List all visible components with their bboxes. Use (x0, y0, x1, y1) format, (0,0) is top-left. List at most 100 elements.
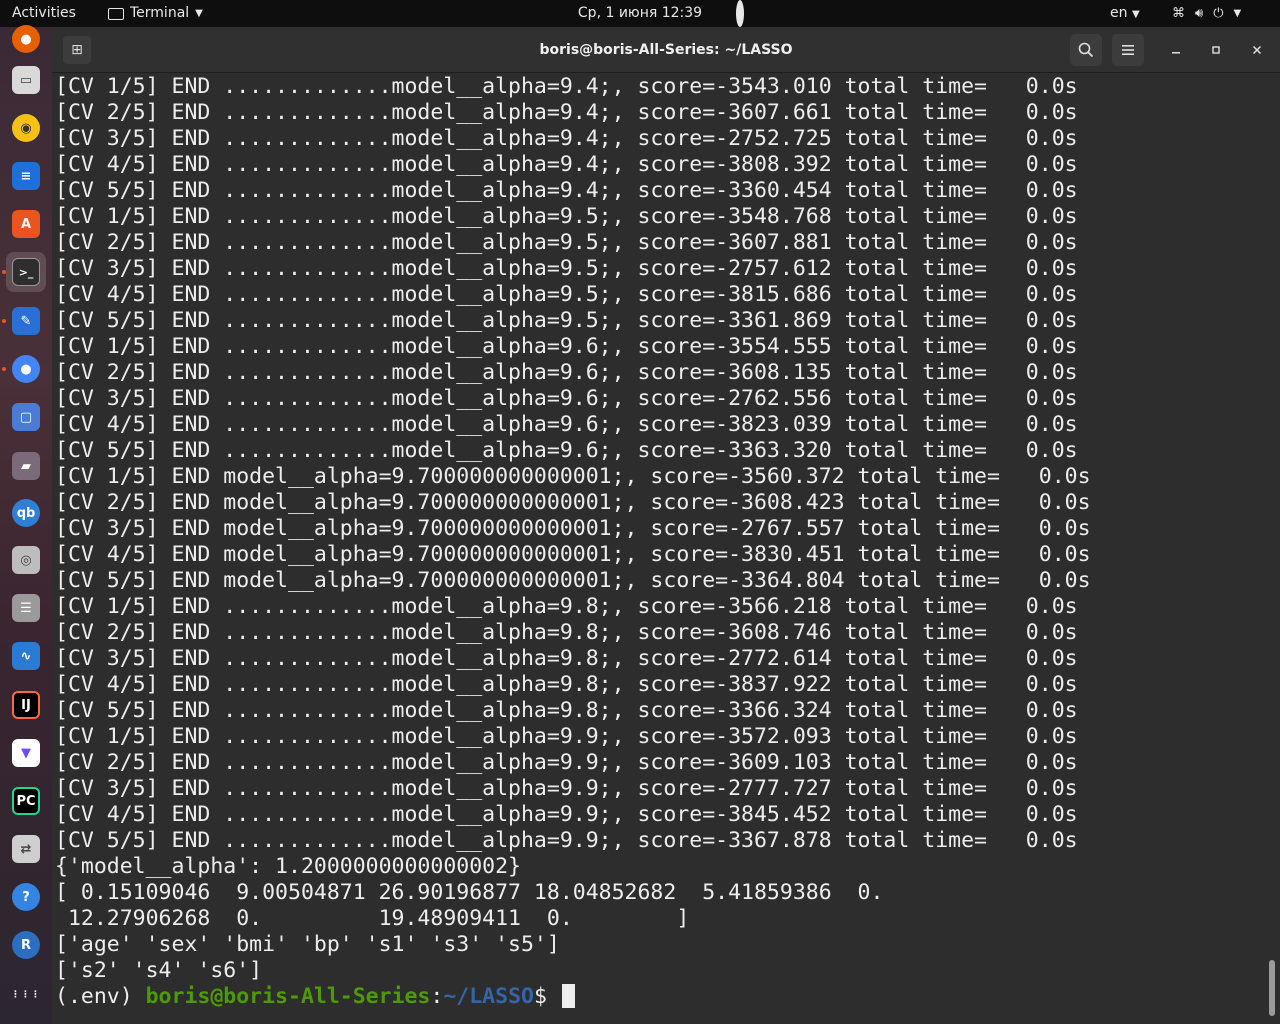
text-editor-icon: ✎ (12, 307, 40, 335)
dock-item-rhythmbox[interactable]: ◉ (6, 108, 46, 148)
running-indicator (2, 367, 6, 371)
dock-item-settings-toggle[interactable]: ⇄ (6, 829, 46, 869)
terminal-line: [CV 3/5] END model__alpha=9.700000000000… (55, 516, 1091, 541)
prompt-line: (.env) boris@boris-All-Series:~/LASSO$ (55, 984, 1280, 1010)
terminal-line: [CV 1/5] END .............model__alpha=9… (55, 594, 1078, 619)
dock-item-chrome[interactable]: ● (6, 349, 46, 389)
dock-item-qbittorrent[interactable]: qb (6, 493, 46, 533)
prompt-colon: : (430, 984, 444, 1009)
dock: ● ▭ ◉ ≡ A >_ ✎ ● ▢ ▰ qb ◎ ☰ ∿ IJ ▼ PC ⇄? R ⋮⋮⋮ (0, 25, 52, 1024)
text-cursor (561, 984, 575, 1008)
terminal-line: [CV 3/5] END .............model__alpha=9… (55, 256, 1078, 281)
caret-down-icon: ▼ (195, 8, 203, 19)
terminal-line: [CV 4/5] END .............model__alpha=9… (55, 282, 1078, 307)
chrome-icon: ● (12, 355, 40, 383)
database-icon: ☰ (12, 594, 40, 622)
dock-item-firefox[interactable]: ● (6, 19, 46, 59)
prompt-path: ~/LASSO (443, 984, 534, 1009)
dock-item-system-monitor[interactable]: ∿ (6, 636, 46, 676)
dock-item-software[interactable]: A (6, 204, 46, 244)
software-icon: A (12, 210, 40, 238)
r-icon: R (12, 931, 40, 959)
search-button[interactable] (1070, 34, 1102, 66)
proton-vpn-icon: ▼ (12, 739, 40, 767)
prompt-env: (.env) (55, 984, 146, 1009)
running-indicator (2, 319, 6, 323)
dock-item-intellij[interactable]: IJ (6, 685, 46, 725)
disc-icon: ◎ (12, 546, 40, 574)
terminal-line: ['age' 'sex' 'bmi' 'bp' 's1' 's3' 's5'] (55, 932, 560, 957)
terminal-line: [CV 4/5] END .............model__alpha=9… (55, 672, 1078, 697)
notification-dot (736, 0, 744, 27)
prompt-symbol: $ (533, 984, 560, 1009)
maximize-icon (1212, 46, 1220, 54)
minimize-icon (1172, 52, 1180, 54)
prompt-user-host: boris@boris-All-Series (145, 984, 431, 1009)
new-tab-button[interactable]: ⊞ (63, 36, 91, 64)
new-tab-icon: ⊞ (71, 42, 83, 58)
terminal-line: [CV 1/5] END model__alpha=9.700000000000… (55, 464, 1091, 489)
app-menu[interactable]: Terminal ▼ (108, 0, 203, 27)
hamburger-icon (1122, 45, 1134, 55)
dock-item-screenshot[interactable]: ▢ (6, 397, 46, 437)
top-bar: Activities Terminal ▼ Ср, 1 июня 12:39 e… (0, 0, 1280, 27)
terminal-line: [CV 5/5] END .............model__alpha=9… (55, 828, 1078, 853)
settings-toggle-icon: ⇄ (12, 835, 40, 863)
dock-item-proton-vpn[interactable]: ▼ (6, 733, 46, 773)
terminal-output[interactable]: [CV 1/5] END .............model__alpha=9… (52, 73, 1280, 1024)
dock-item-show-apps[interactable]: ⋮⋮⋮ (6, 975, 46, 1015)
terminal-line: [CV 5/5] END .............model__alpha=9… (55, 178, 1078, 203)
terminal-line: [CV 3/5] END .............model__alpha=9… (55, 776, 1078, 801)
terminal-line: [CV 2/5] END .............model__alpha=9… (55, 620, 1078, 645)
terminal-line: [CV 3/5] END .............model__alpha=9… (55, 126, 1078, 151)
terminal-line: [CV 5/5] END .............model__alpha=9… (55, 438, 1078, 463)
search-icon (1078, 42, 1094, 58)
network-icon: ⌘ (1172, 6, 1185, 21)
hamburger-menu-button[interactable] (1112, 34, 1144, 66)
power-icon: ⏻ (1213, 6, 1224, 21)
system-monitor-icon: ∿ (12, 642, 40, 670)
language-menu[interactable]: en ▼ (1110, 0, 1140, 27)
intellij-icon: IJ (12, 691, 40, 719)
terminal-line: [CV 2/5] END .............model__alpha=9… (55, 360, 1078, 385)
show-apps-icon: ⋮⋮⋮ (11, 990, 41, 1000)
dock-item-files[interactable]: ▭ (6, 60, 46, 100)
dock-item-database[interactable]: ☰ (6, 588, 46, 628)
terminal-line: [CV 3/5] END .............model__alpha=9… (55, 646, 1078, 671)
maximize-button[interactable] (1200, 34, 1232, 66)
terminal-line: [CV 1/5] END .............model__alpha=9… (55, 334, 1078, 359)
terminal-line: [CV 1/5] END .............model__alpha=9… (55, 204, 1078, 229)
terminal-line: [CV 4/5] END .............model__alpha=9… (55, 412, 1078, 437)
terminal-line: {'model__alpha': 1.2000000000000002} (55, 854, 521, 879)
scrollbar[interactable] (1269, 960, 1275, 1016)
dock-item-terminal[interactable]: >_ (6, 252, 46, 292)
dock-item-disc[interactable]: ◎ (6, 540, 46, 580)
terminal-line: [ 0.15109046 9.00504871 26.90196877 18.0… (55, 880, 884, 905)
caret-down-icon: ▼ (1233, 8, 1242, 19)
writer-icon: ≡ (12, 162, 40, 190)
terminal-line: [CV 5/5] END model__alpha=9.700000000000… (55, 568, 1091, 593)
clock[interactable]: Ср, 1 июня 12:39 (578, 5, 702, 21)
minimize-button[interactable] (1160, 34, 1192, 66)
dock-item-pycharm[interactable]: PC (6, 781, 46, 821)
dock-item-text-editor[interactable]: ✎ (6, 301, 46, 341)
terminal-line: [CV 5/5] END .............model__alpha=9… (55, 698, 1078, 723)
terminal-line: [CV 4/5] END .............model__alpha=9… (55, 152, 1078, 177)
caret-down-icon: ▼ (1131, 9, 1140, 20)
dock-item-r[interactable]: R (6, 925, 46, 965)
volume-icon: 🔊︎ (1195, 6, 1204, 21)
terminal-line: [CV 3/5] END .............model__alpha=9… (55, 386, 1078, 411)
dock-item-writer[interactable]: ≡ (6, 156, 46, 196)
dock-item-app[interactable]: ▰ (6, 446, 46, 486)
dock-item-help[interactable]: ? (6, 877, 46, 917)
close-button[interactable] (1241, 34, 1273, 66)
firefox-icon: ● (12, 25, 40, 53)
system-tray[interactable]: ⌘ 🔊︎ ⏻ ▼ (1172, 0, 1241, 27)
rhythmbox-icon: ◉ (12, 114, 40, 142)
terminal-line: [CV 4/5] END model__alpha=9.700000000000… (55, 542, 1091, 567)
terminal-line: [CV 2/5] END model__alpha=9.700000000000… (55, 490, 1091, 515)
terminal-line: [CV 1/5] END .............model__alpha=9… (55, 724, 1078, 749)
screenshot-icon: ▢ (12, 403, 40, 431)
files-icon: ▭ (12, 66, 40, 94)
terminal-lines: [CV 1/5] END .............model__alpha=9… (55, 74, 1280, 984)
